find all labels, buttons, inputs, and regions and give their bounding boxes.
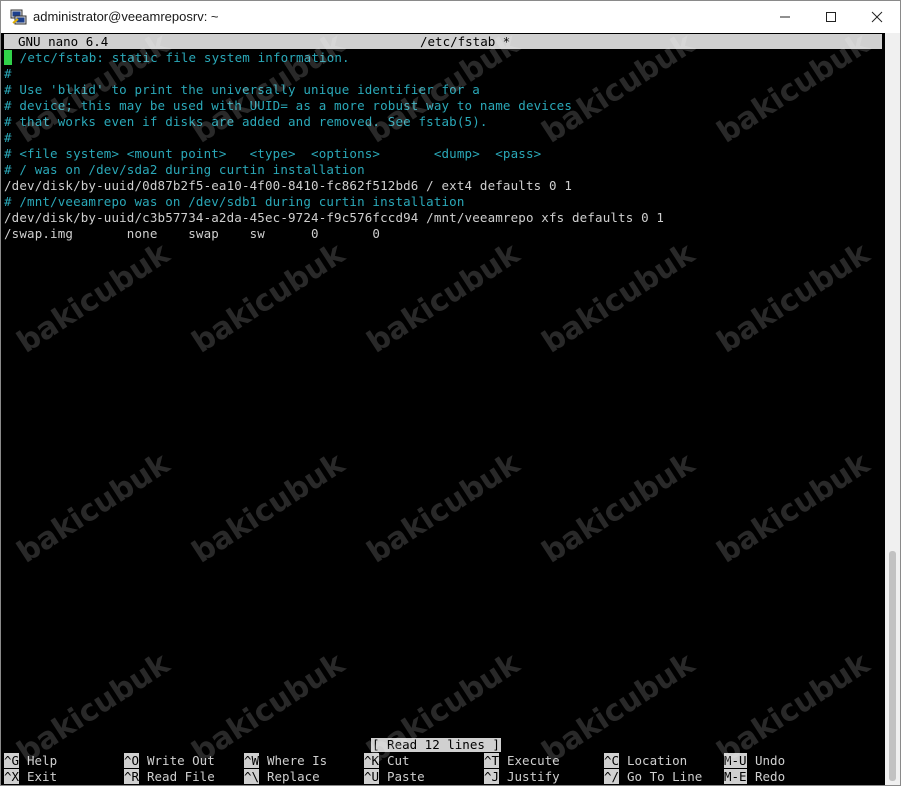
maximize-button[interactable] xyxy=(808,1,854,33)
shortcut-key: ^T xyxy=(484,753,500,768)
shortcut-label: Where Is xyxy=(267,753,328,768)
shortcut-key: M-U xyxy=(724,753,747,768)
nano-version: GNU nano 6.4 xyxy=(18,34,109,49)
shortcut-key: ^\ xyxy=(244,769,260,784)
text-cursor xyxy=(4,50,12,65)
shortcut-label: Replace xyxy=(267,769,320,784)
shortcut-label: Write Out xyxy=(147,753,215,768)
shortcut-label: Exit xyxy=(27,769,58,784)
editor-line[interactable]: # xyxy=(4,66,12,82)
shortcut-key: ^O xyxy=(124,753,140,768)
shortcut-label: Undo xyxy=(755,753,786,768)
editor-line[interactable]: /dev/disk/by-uuid/c3b57734-a2da-45ec-972… xyxy=(4,210,664,226)
shortcut-key: ^U xyxy=(364,769,380,784)
watermark: bakicubuk xyxy=(711,446,876,571)
shortcut-key: ^J xyxy=(484,769,500,784)
watermark: bakicubuk xyxy=(11,446,176,571)
terminal-area[interactable]: GNU nano 6.4 /etc/fstab * /etc/fstab: st… xyxy=(1,33,885,785)
shortcut-label: Cut xyxy=(387,753,410,768)
editor-line[interactable]: # xyxy=(4,130,12,146)
editor-line[interactable]: # Use 'blkid' to print the universally u… xyxy=(4,82,480,98)
shortcut-key: ^C xyxy=(604,753,620,768)
watermark: bakicubuk xyxy=(536,646,701,771)
shortcut-key: ^W xyxy=(244,753,260,768)
status-message: [ Read 12 lines ] xyxy=(371,737,501,752)
shortcut-key: ^K xyxy=(364,753,380,768)
watermark: bakicubuk xyxy=(186,646,351,771)
editor-line[interactable]: # device; this may be used with UUID= as… xyxy=(4,98,572,114)
editor-line[interactable]: # that works even if disks are added and… xyxy=(4,114,488,130)
watermark: bakicubuk xyxy=(711,646,876,771)
watermark: bakicubuk xyxy=(361,446,526,571)
shortcut-key: ^/ xyxy=(604,769,620,784)
watermark: bakicubuk xyxy=(186,446,351,571)
editor-line[interactable]: # <file system> <mount point> <type> <op… xyxy=(4,146,541,162)
close-button[interactable] xyxy=(854,1,900,33)
watermark: bakicubuk xyxy=(536,446,701,571)
watermark: bakicubuk xyxy=(11,236,176,361)
terminal-window: administrator@veeamreposrv: ~ GNU nano 6… xyxy=(0,0,901,786)
editor-line[interactable]: /swap.img none swap sw 0 0 xyxy=(4,226,380,242)
shortcut-label: Justify xyxy=(507,769,560,784)
editor-line[interactable]: /dev/disk/by-uuid/0d87b2f5-ea10-4f00-841… xyxy=(4,178,572,194)
window-title: administrator@veeamreposrv: ~ xyxy=(33,9,219,24)
shortcut-label: Paste xyxy=(387,769,425,784)
watermark: bakicubuk xyxy=(186,236,351,361)
vertical-scrollbar[interactable] xyxy=(885,33,900,785)
editor-line[interactable]: /etc/fstab: static file system informati… xyxy=(12,50,350,66)
shortcut-key: M-E xyxy=(724,769,747,784)
maximize-icon xyxy=(826,12,836,22)
watermark: bakicubuk xyxy=(361,236,526,361)
shortcut-key: ^R xyxy=(124,769,140,784)
watermark: bakicubuk xyxy=(536,236,701,361)
minimize-icon xyxy=(780,16,790,18)
title-bar[interactable]: administrator@veeamreposrv: ~ xyxy=(1,1,900,33)
watermark: bakicubuk xyxy=(711,33,876,151)
close-icon xyxy=(871,11,883,23)
nano-filename: /etc/fstab * xyxy=(420,34,511,49)
shortcut-key: ^G xyxy=(4,753,20,768)
editor-line[interactable]: # /mnt/veeamrepo was on /dev/sdb1 during… xyxy=(4,194,465,210)
shortcut-label: Help xyxy=(27,753,58,768)
putty-icon xyxy=(10,9,27,25)
shortcut-label: Redo xyxy=(755,769,786,784)
shortcut-label: Go To Line xyxy=(627,769,703,784)
shortcut-label: Execute xyxy=(507,753,560,768)
minimize-button[interactable] xyxy=(762,1,808,33)
watermark: bakicubuk xyxy=(711,236,876,361)
nano-header-bar: GNU nano 6.4 /etc/fstab * xyxy=(4,34,882,49)
shortcut-key: ^X xyxy=(4,769,20,784)
watermark: bakicubuk xyxy=(11,646,176,771)
shortcut-label: Location xyxy=(627,753,688,768)
watermark: bakicubuk xyxy=(536,33,701,151)
scrollbar-thumb[interactable] xyxy=(889,551,896,781)
editor-line[interactable]: # / was on /dev/sda2 during curtin insta… xyxy=(4,162,365,178)
shortcut-label: Read File xyxy=(147,769,215,784)
